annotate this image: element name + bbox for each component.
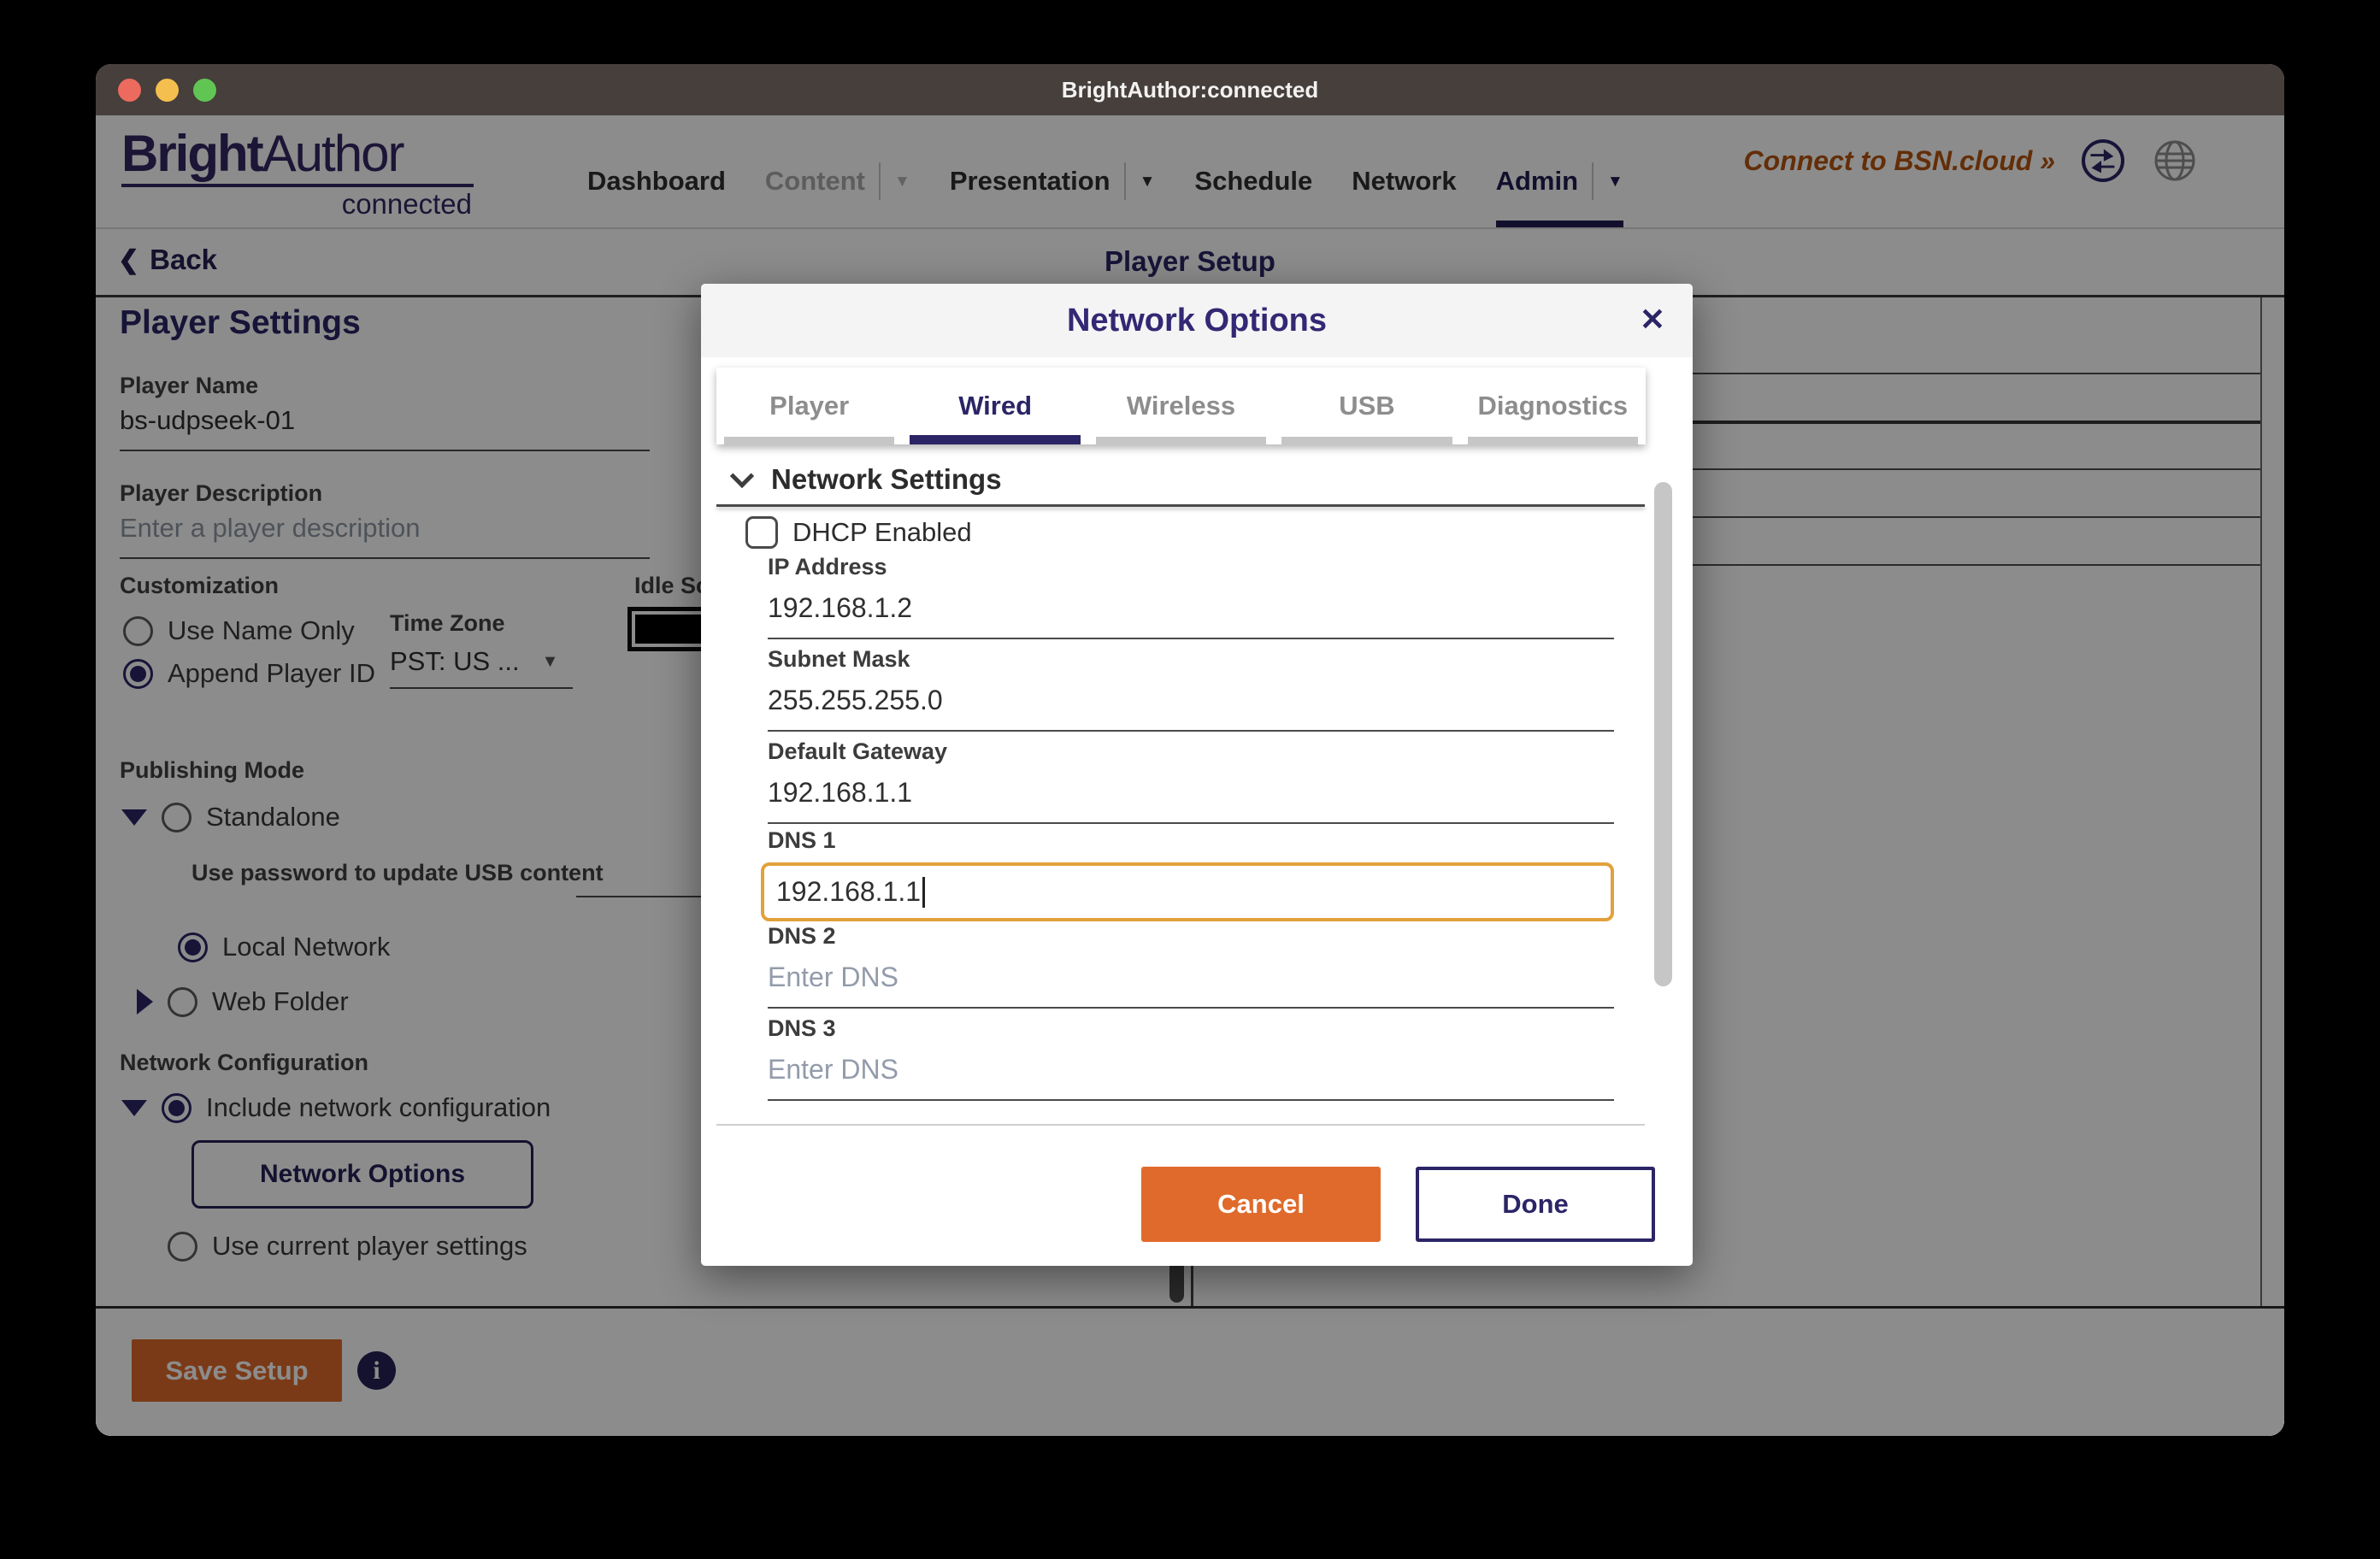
tab-diagnostics[interactable]: Diagnostics — [1460, 368, 1646, 444]
tab-underline — [1468, 437, 1638, 444]
tab-usb[interactable]: USB — [1274, 368, 1459, 444]
minimize-window-button[interactable] — [156, 79, 179, 102]
dns1-field[interactable]: 192.168.1.1 — [761, 862, 1614, 921]
dhcp-checkbox[interactable] — [745, 516, 778, 549]
modal-scrollbar-thumb[interactable] — [1654, 482, 1672, 986]
modal-tabs: Player Wired Wireless USB Diagnostics — [716, 368, 1646, 444]
subnet-mask-label: Subnet Mask — [768, 646, 1614, 673]
section-title: Network Settings — [771, 463, 1002, 496]
network-settings-section-toggle[interactable]: Network Settings — [733, 463, 1002, 496]
dns3-group: DNS 3 Enter DNS — [768, 1015, 1614, 1101]
ip-address-label: IP Address — [768, 554, 1614, 580]
default-gateway-group: Default Gateway 192.168.1.1 — [768, 738, 1614, 824]
tab-underline — [910, 435, 1080, 444]
done-button[interactable]: Done — [1416, 1167, 1655, 1242]
cancel-button[interactable]: Cancel — [1141, 1167, 1381, 1242]
section-divider — [716, 504, 1645, 507]
tab-player[interactable]: Player — [716, 368, 902, 444]
app-window: BrightAuthor:connected BrightAuthor conn… — [96, 64, 2284, 1436]
tab-underline — [1281, 437, 1452, 444]
dns3-field[interactable]: Enter DNS — [768, 1054, 1614, 1101]
titlebar: BrightAuthor:connected — [96, 64, 2284, 115]
dns3-label: DNS 3 — [768, 1015, 1614, 1042]
tab-wireless[interactable]: Wireless — [1088, 368, 1274, 444]
ip-address-field[interactable]: 192.168.1.2 — [768, 592, 1614, 639]
tab-underline — [1096, 437, 1266, 444]
subnet-mask-field[interactable]: 255.255.255.0 — [768, 685, 1614, 732]
modal-title: Network Options — [701, 284, 1693, 357]
close-icon[interactable]: ✕ — [1640, 301, 1665, 338]
tab-wired[interactable]: Wired — [902, 368, 1087, 444]
dns2-field[interactable]: Enter DNS — [768, 962, 1614, 1009]
subnet-mask-group: Subnet Mask 255.255.255.0 — [768, 646, 1614, 732]
dns1-label: DNS 1 — [768, 827, 1614, 854]
close-window-button[interactable] — [118, 79, 141, 102]
window-title: BrightAuthor:connected — [96, 64, 2284, 115]
text-cursor — [922, 877, 925, 908]
content-bottom-divider — [716, 1124, 1645, 1126]
network-options-modal: Network Options ✕ Player Wired Wireless … — [701, 284, 1693, 1266]
modal-header: Network Options ✕ — [701, 284, 1693, 357]
zoom-window-button[interactable] — [193, 79, 216, 102]
chevron-down-icon — [730, 464, 754, 488]
modal-scrollbar[interactable] — [1654, 448, 1672, 1118]
modal-body: Network Settings DHCP Enabled IP Address… — [701, 444, 1693, 1266]
ip-address-group: IP Address 192.168.1.2 — [768, 554, 1614, 639]
default-gateway-label: Default Gateway — [768, 738, 1614, 765]
dhcp-label: DHCP Enabled — [792, 517, 972, 548]
dhcp-enabled-row: DHCP Enabled — [745, 516, 972, 549]
dns1-group: DNS 1 192.168.1.1 — [768, 827, 1614, 921]
tab-underline — [724, 437, 894, 444]
dns2-label: DNS 2 — [768, 923, 1614, 950]
default-gateway-field[interactable]: 192.168.1.1 — [768, 777, 1614, 824]
dns2-group: DNS 2 Enter DNS — [768, 923, 1614, 1009]
